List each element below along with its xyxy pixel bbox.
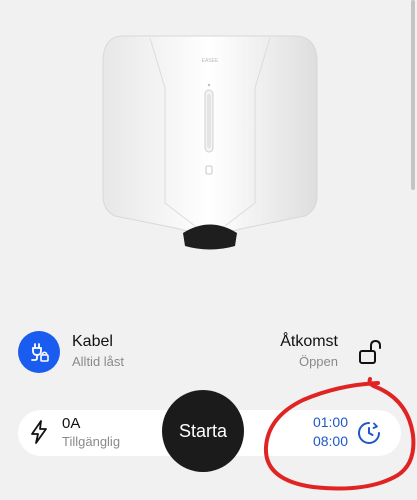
availability-status: Tillgänglig [62, 434, 121, 449]
schedule-clock-icon[interactable] [356, 420, 382, 446]
lightning-bolt-icon [31, 420, 47, 444]
current-value: 0A [62, 415, 81, 432]
start-charging-button[interactable]: Starta [162, 390, 244, 472]
unlocked-padlock-icon[interactable] [356, 338, 384, 366]
access-title: Åtkomst [280, 333, 338, 350]
schedule-end-time[interactable]: 08:00 [300, 433, 348, 449]
access-subtitle: Öppen [298, 354, 338, 369]
charger-image: EASEE [102, 35, 318, 250]
cable-title: Kabel [72, 333, 113, 350]
cable-lock-button[interactable] [18, 331, 60, 373]
cable-lock-icon [31, 343, 49, 362]
brand-mark: EASEE [202, 58, 219, 64]
cable-subtitle: Alltid låst [72, 354, 125, 369]
scrollbar[interactable] [411, 0, 415, 190]
schedule-start-time[interactable]: 01:00 [300, 414, 348, 430]
